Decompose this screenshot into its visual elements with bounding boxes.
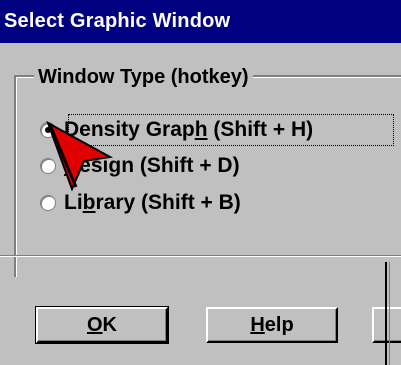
radio-label-library[interactable]: Library (Shift + B) xyxy=(64,191,241,215)
groupbox-label: Window Type (hotkey) xyxy=(34,66,253,89)
radio-button[interactable] xyxy=(40,195,56,211)
separator-line xyxy=(0,255,401,257)
help-button[interactable]: Help xyxy=(206,307,338,343)
title-bar: Select Graphic Window xyxy=(0,0,401,43)
ok-button[interactable]: OK xyxy=(35,306,169,344)
arrow-pointer-icon xyxy=(46,120,114,191)
dialog-body: Window Type (hotkey) Density Graph (Shif… xyxy=(0,43,401,365)
radio-library[interactable]: Library (Shift + B) xyxy=(40,188,241,218)
window-edge xyxy=(385,262,401,365)
window-title: Select Graphic Window xyxy=(4,10,231,32)
